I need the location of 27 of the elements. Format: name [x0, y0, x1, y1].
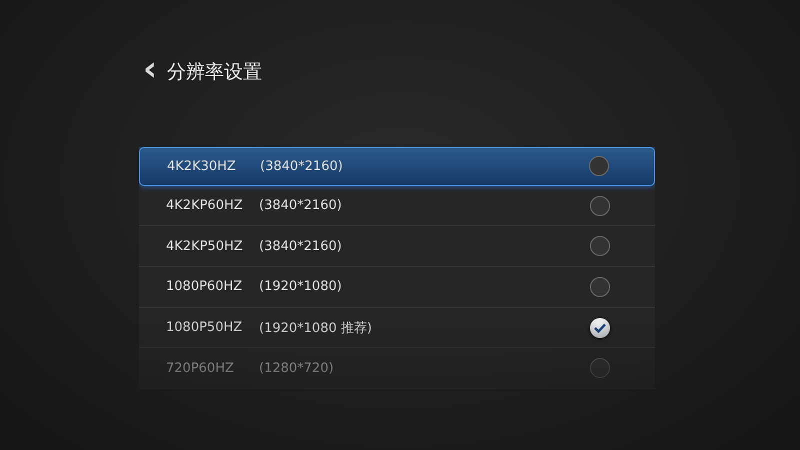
radio-button[interactable] — [590, 318, 610, 338]
radio-button[interactable] — [589, 156, 609, 176]
radio-button[interactable] — [590, 276, 610, 297]
resolution-label: (1920*1080 推荐) — [259, 320, 373, 337]
resolution-option[interactable]: 720P60HZ (1280*720) — [139, 348, 655, 389]
mode-label: 1080P50HZ — [166, 320, 244, 336]
resolution-option[interactable]: 4K2K30HZ (3840*2160) — [139, 147, 655, 186]
check-icon — [594, 322, 606, 333]
resolution-label: (3840*2160) — [260, 158, 344, 174]
mode-label: 4K2KP50HZ — [166, 238, 244, 254]
radio-button[interactable] — [590, 196, 610, 216]
resolution-option[interactable]: 4K2KP50HZ (3840*2160) — [139, 226, 655, 268]
radio-button[interactable] — [590, 236, 610, 256]
mode-label: 720P60HZ — [166, 360, 235, 376]
resolution-label: (3840*2160) — [259, 198, 343, 214]
resolution-label: (3840*2160) — [259, 238, 343, 254]
page-title: 分辨率设置 — [167, 60, 262, 85]
mode-label: 1080P60HZ — [166, 279, 244, 294]
resolution-label: (1280*720) — [259, 360, 335, 376]
back-button[interactable]: ‹ — [143, 53, 157, 85]
mode-label: 4K2K30HZ — [167, 158, 237, 174]
resolution-option[interactable]: 4K2KP60HZ (3840*2160) — [139, 186, 655, 226]
radio-button[interactable] — [590, 358, 610, 378]
mode-label: 4K2KP60HZ — [166, 198, 244, 214]
resolution-option[interactable]: 1080P50HZ (1920*1080 推荐) — [139, 308, 655, 348]
resolution-option[interactable]: 1080P60HZ (1920*1080) — [139, 267, 655, 308]
resolution-label: (1920*1080) — [259, 279, 343, 294]
